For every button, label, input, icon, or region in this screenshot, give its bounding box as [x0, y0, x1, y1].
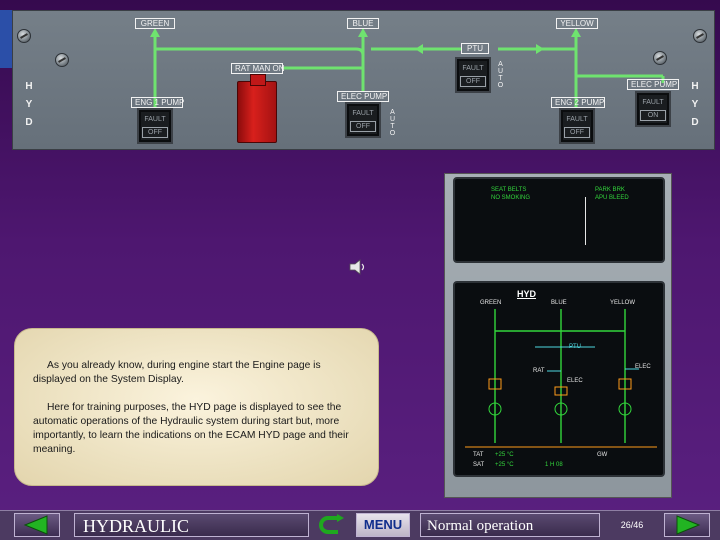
ratman-label: RAT MAN ON: [231, 63, 284, 74]
hyd-side-letter: D: [25, 117, 33, 128]
sat-value: +25 °C: [495, 462, 514, 468]
sat-label: SAT: [473, 462, 485, 468]
blue-auto-text: A U T O: [389, 109, 396, 137]
return-icon: [319, 514, 344, 534]
fault-light: FAULT: [462, 65, 484, 72]
elec-yellow-label: ELEC: [635, 364, 651, 370]
page-counter: 26/46: [604, 513, 660, 537]
hyd-side-letter: D: [691, 117, 699, 128]
eng1-pump-label: ENG 1 PUMP: [131, 97, 184, 108]
on-light: ON: [640, 110, 666, 121]
blue-elec-pump-pushbutton[interactable]: FAULT OFF: [345, 102, 381, 138]
hyd-side-letter: Y: [25, 99, 33, 110]
memo-right: PARK BRK APU BLEED: [595, 187, 629, 201]
off-light: OFF: [350, 121, 376, 132]
eng2-pump-label: ENG 2 PUMP: [551, 97, 605, 108]
memo-divider: [585, 197, 586, 245]
hyd-side-letter: H: [25, 81, 33, 92]
page-counter-text: 26/46: [620, 520, 644, 530]
hyd-overhead-panel: H Y D H Y D GREEN BLUE YELLOW PTU RAT MA…: [12, 10, 715, 150]
module-title: HYDRAULIC: [83, 516, 189, 536]
screw-icon: [653, 51, 667, 65]
rat-indicator: RAT: [533, 368, 545, 374]
back-button[interactable]: [14, 513, 60, 537]
gw-label: GW: [597, 452, 608, 458]
green-system-label: GREEN: [135, 18, 175, 29]
speaker-icon[interactable]: [348, 258, 368, 276]
fault-light: FAULT: [642, 99, 664, 106]
module-title-field: HYDRAULIC: [74, 513, 309, 537]
memo-left: SEAT BELTS NO SMOKING: [491, 187, 531, 201]
menu-button[interactable]: MENU: [356, 513, 410, 537]
ptu-pushbutton[interactable]: FAULT OFF: [455, 57, 491, 93]
panel-edge-marker: [0, 10, 12, 68]
back-arrow-icon: [23, 515, 48, 535]
explanation-panel: As you already know, during engine start…: [14, 328, 379, 486]
blue-elec-pump-label: ELEC PUMP: [337, 91, 389, 102]
next-arrow-icon: [676, 515, 701, 535]
explanation-paragraph: As you already know, during engine start…: [33, 360, 321, 385]
tat-value: +25 °C: [495, 452, 514, 458]
screw-icon: [693, 29, 707, 43]
hyd-side-letter: H: [691, 81, 699, 92]
screw-icon: [55, 53, 69, 67]
screw-icon: [17, 29, 31, 43]
ecam-hyd-page: HYD GREEN BLUE YELLOW PTU RAT ELEC ELEC …: [453, 281, 665, 477]
return-button[interactable]: [318, 513, 346, 537]
menu-label: MENU: [363, 517, 403, 532]
rat-manual-on-guard[interactable]: [237, 74, 277, 143]
fault-light: FAULT: [352, 110, 374, 117]
yellow-elec-pump-label: ELEC PUMP: [627, 79, 679, 90]
fault-light: FAULT: [144, 116, 166, 123]
ptu-auto-text: A U T O: [497, 61, 504, 89]
elec-blue-label: ELEC: [567, 378, 583, 384]
yellow-system-label: YELLOW: [556, 18, 598, 29]
blue-system-label: BLUE: [347, 18, 379, 29]
hyd-side-letter: Y: [691, 99, 699, 110]
fault-light: FAULT: [566, 116, 588, 123]
tat-label: TAT: [473, 452, 484, 458]
eng2-pump-pushbutton[interactable]: FAULT OFF: [559, 108, 595, 144]
off-light: OFF: [460, 76, 486, 87]
off-light: OFF: [142, 127, 168, 138]
status-field: Normal operation: [420, 513, 600, 537]
yellow-elec-pump-pushbutton[interactable]: FAULT ON: [635, 91, 671, 127]
clock-value: 1 H 08: [545, 462, 563, 468]
ptu-label: PTU: [461, 43, 489, 54]
ecam-upper-display: SEAT BELTS NO SMOKING PARK BRK APU BLEED: [453, 177, 665, 263]
hyd-schematic: [465, 309, 657, 448]
status-text: Normal operation: [427, 518, 534, 534]
off-light: OFF: [564, 127, 590, 138]
eng1-pump-pushbutton[interactable]: FAULT OFF: [137, 108, 173, 144]
ecam-display-unit: SEAT BELTS NO SMOKING PARK BRK APU BLEED…: [444, 173, 672, 498]
ptu-indicator: PTU: [569, 344, 581, 350]
explanation-paragraph: Here for training purposes, the HYD page…: [33, 402, 349, 455]
next-button[interactable]: [664, 513, 710, 537]
